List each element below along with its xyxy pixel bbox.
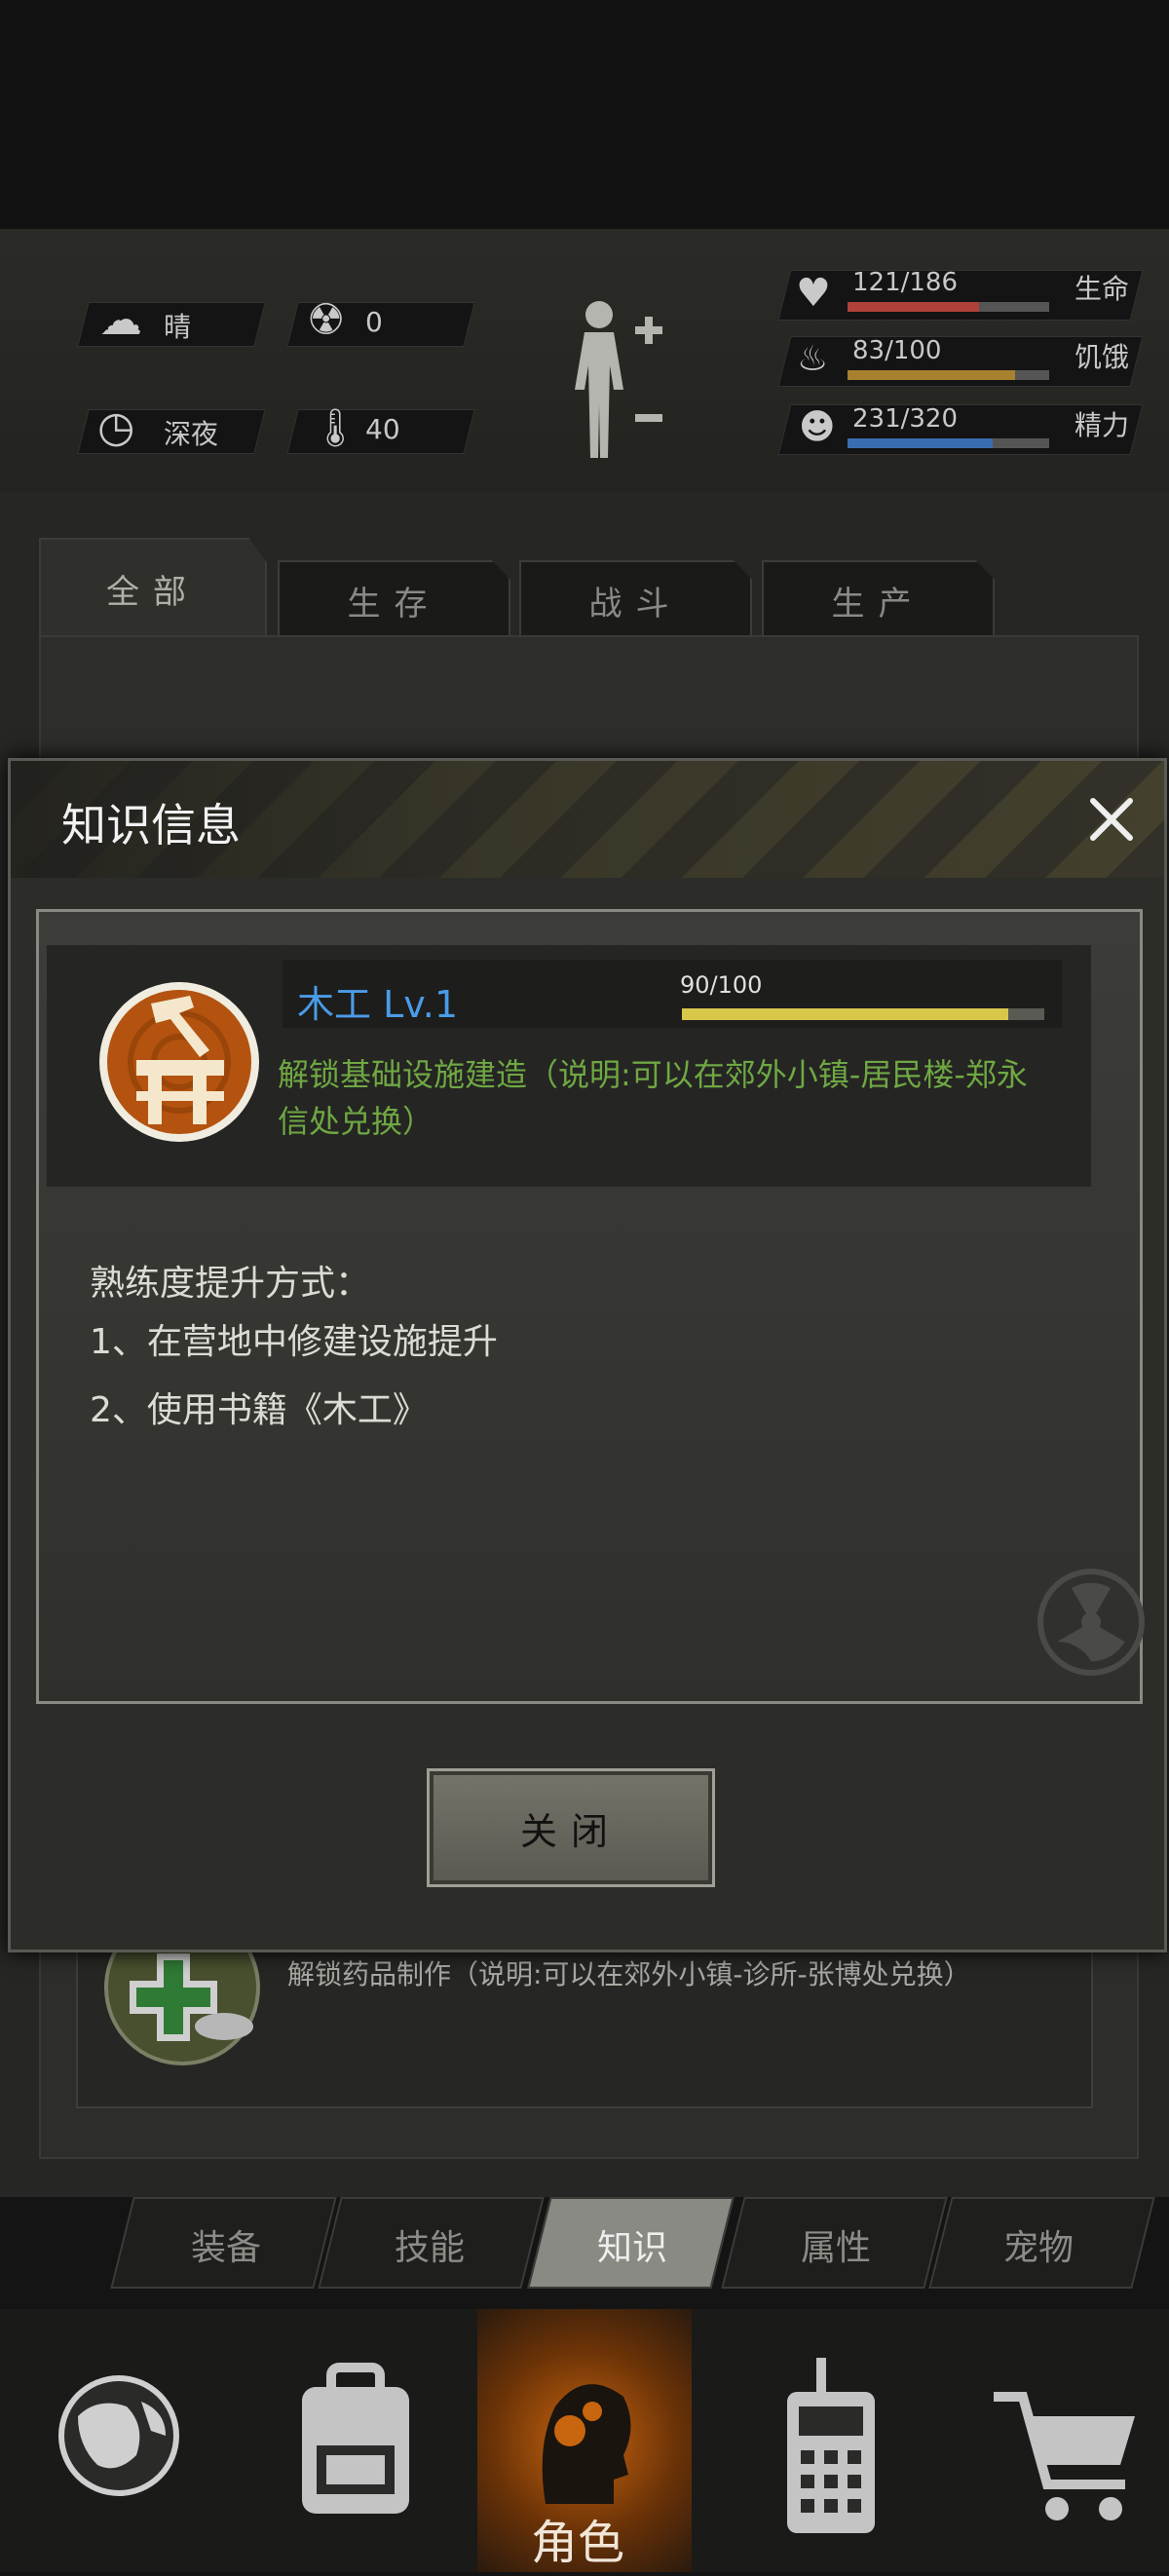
tab-combat-label: 战斗 xyxy=(588,584,683,624)
time-text: 深夜 xyxy=(164,418,219,450)
skill-desc-line2: 信处兑换） xyxy=(278,1103,434,1140)
cloud-icon: ☁ xyxy=(99,295,142,345)
method-2: 2、使用书籍《木工》 xyxy=(90,1390,428,1430)
tab-all[interactable]: 全部 xyxy=(39,538,267,637)
body-icon[interactable] xyxy=(565,297,672,463)
modal-title: 知识信息 xyxy=(61,799,241,852)
energy-value: 231/320 xyxy=(852,404,959,434)
cart-icon xyxy=(994,2392,1135,2520)
hunger-value: 83/100 xyxy=(852,336,942,365)
hunger-bar xyxy=(848,370,1049,380)
heart-icon: ♥ xyxy=(796,271,831,316)
hunger-bar-fill xyxy=(848,370,1015,380)
subtab-attributes-label: 属性 xyxy=(801,2228,872,2268)
skill-desc-line1: 解锁基础设施建造（说明:可以在郊外小镇-居民楼-郑永 xyxy=(278,1056,1028,1093)
method-1: 1、在营地中修建设施提升 xyxy=(90,1322,498,1362)
temperature-text: 40 xyxy=(365,413,400,445)
radiation-watermark-icon xyxy=(1037,1569,1145,1676)
tab-all-label: 全部 xyxy=(106,572,200,612)
skill-progress-text: 90/100 xyxy=(680,971,763,999)
medicine-icon xyxy=(104,1934,260,2065)
health-value: 121/186 xyxy=(852,268,959,297)
list-item-desc: 解锁药品制作（说明:可以在郊外小镇-诊所-张博处兑换） xyxy=(287,1958,971,1990)
close-button-label: 关闭 xyxy=(519,1809,622,1853)
health-bar-fill xyxy=(848,302,979,312)
energy-bar xyxy=(848,438,1049,448)
subtab-knowledge-label: 知识 xyxy=(597,2228,668,2268)
head-icon: ☻ xyxy=(799,407,836,447)
skill-name: 木工 Lv.1 xyxy=(297,983,459,1026)
globe-icon xyxy=(58,2375,179,2496)
walkie-talkie-icon xyxy=(787,2358,875,2533)
close-button[interactable]: 关闭 xyxy=(427,1768,715,1887)
subtab-skills-label: 技能 xyxy=(395,2228,466,2268)
radiation-text: 0 xyxy=(365,306,383,338)
thermometer-icon: 🌡 xyxy=(312,406,359,449)
stomach-icon: ♨ xyxy=(797,339,829,379)
nav-shop[interactable] xyxy=(955,2309,1169,2572)
nav-character-label: 角色 xyxy=(531,2516,625,2570)
tab-production[interactable]: 生产 xyxy=(762,560,995,638)
tab-combat[interactable]: 战斗 xyxy=(519,560,752,638)
energy-label: 精力 xyxy=(1075,409,1130,441)
top-blank xyxy=(0,0,1169,229)
weather-text: 晴 xyxy=(164,311,192,343)
nav-radio[interactable] xyxy=(721,2309,935,2572)
subtab-equipment-label: 装备 xyxy=(191,2228,262,2268)
clock-icon: ◷ xyxy=(97,402,135,452)
close-icon[interactable] xyxy=(1087,795,1136,844)
skill-progress-fill xyxy=(682,1008,1008,1020)
nav-character[interactable]: 角色 xyxy=(477,2309,692,2572)
status-area: ☁ 晴 ☢ 0 ◷ 深夜 🌡 40 ♥ 121/186 生命 ♨ 83/100 … xyxy=(0,229,1169,495)
energy-bar-fill xyxy=(848,438,994,448)
skill-progress-bar xyxy=(682,1008,1044,1020)
nav-map[interactable] xyxy=(10,2309,224,2572)
subtab-pets-label: 宠物 xyxy=(1003,2228,1075,2268)
tab-survival[interactable]: 生存 xyxy=(278,560,510,638)
methods-title: 熟练度提升方式： xyxy=(90,1264,371,1304)
hunger-label: 饥饿 xyxy=(1075,341,1130,373)
backpack-icon xyxy=(302,2363,409,2514)
health-bar xyxy=(848,302,1049,312)
hammer-icon xyxy=(99,982,259,1142)
tab-survival-label: 生存 xyxy=(347,584,441,624)
radiation-icon: ☢ xyxy=(307,295,346,345)
health-label: 生命 xyxy=(1075,273,1130,305)
nav-backpack[interactable] xyxy=(244,2309,458,2572)
tab-production-label: 生产 xyxy=(831,584,925,624)
